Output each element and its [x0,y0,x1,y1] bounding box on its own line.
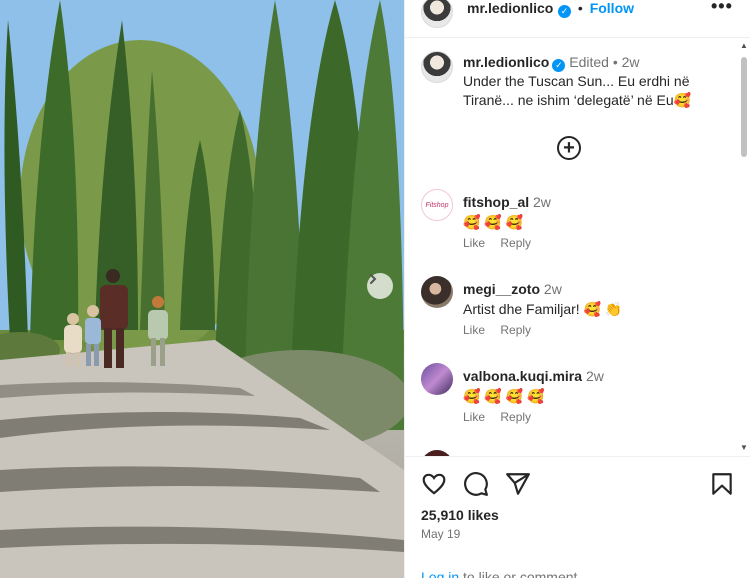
comment-item: valbona.kuqi.mira 2w 🥰 🥰 🥰 🥰 Like Reply [421,363,721,443]
author-username[interactable]: mr.ledionlico [467,0,553,16]
avatar-logo-text: Fitshop [425,201,449,209]
author-avatar[interactable] [421,0,453,28]
comments-list[interactable]: mr.ledionlico ✓ Edited • 2w Under the Tus… [405,39,750,456]
like-icon[interactable] [421,471,447,497]
like-comment-button[interactable]: Like [463,236,485,250]
comment-time: 2w [533,194,551,210]
scroll-up-icon[interactable]: ▲ [740,41,748,50]
reply-button[interactable]: Reply [500,410,531,424]
follow-button[interactable]: Follow [590,0,634,16]
chevron-right-icon [370,274,377,284]
scrollbar-thumb[interactable] [741,57,747,157]
commenter-avatar[interactable] [421,363,453,395]
verified-icon: ✓ [552,59,566,72]
add-comments-icon[interactable]: + [557,136,581,160]
comment-icon[interactable] [463,471,489,497]
login-prompt-text: to like or comment. [459,569,582,578]
caption-meta: Edited • 2w [569,54,640,70]
comment-body: valbona.kuqi.mira 2w 🥰 🥰 🥰 🥰 [463,366,723,406]
post-photo [0,0,404,578]
post-panel: mr.ledionlico ✓ • Follow ••• mr.ledionli… [404,0,750,578]
verified-icon: ✓ [558,5,571,18]
likes-count[interactable]: 25,910 likes [421,507,499,523]
save-icon[interactable] [709,471,735,497]
reply-button[interactable]: Reply [500,323,531,337]
like-comment-button[interactable]: Like [463,410,485,424]
reply-button[interactable]: Reply [500,236,531,250]
comment-text: 🥰 🥰 🥰 [463,214,524,230]
commenter-username[interactable]: valbona.kuqi.mira [463,368,582,384]
caption-body: mr.ledionlico ✓ Edited • 2w Under the Tus… [463,53,733,110]
caption-avatar[interactable] [421,51,453,83]
comment-time: 2w [543,281,562,297]
comment-text: 🥰 🥰 🥰 🥰 [463,388,545,404]
photo-illustration [0,0,404,578]
caption-username[interactable]: mr.ledionlico [463,54,549,70]
like-comment-button[interactable]: Like [463,323,485,337]
comment-body: fitshop_al 2w 🥰 🥰 🥰 [463,192,723,232]
commenter-username[interactable]: fitshop_al [463,194,529,210]
comment-item: Fitshop fitshop_al 2w 🥰 🥰 🥰 Like Reply [421,189,721,269]
commenter-avatar[interactable] [421,276,453,308]
commenter-username[interactable]: megi__zoto [463,281,540,297]
caption-text: Under the Tuscan Sun... Eu erdhi në Tira… [463,73,692,108]
comment-actions: Like Reply [463,410,543,424]
post-date[interactable]: May 19 [421,527,460,541]
comment-body: megi__zoto 2w Artist dhe Familjar! 🥰 👏 [463,279,723,319]
comment-actions: Like Reply [463,323,543,337]
header-follow-wrap: ✓ • Follow [555,0,634,18]
comment-actions: Like Reply [463,236,543,250]
scroll-down-icon[interactable]: ▼ [740,443,748,452]
comment-time: 2w [585,368,604,384]
comment-text: Artist dhe Familjar! 🥰 👏 [463,301,623,317]
next-slide-button[interactable] [367,273,393,299]
comments-scrollbar[interactable]: ▲ ▼ [738,39,750,456]
commenter-avatar[interactable]: Fitshop [421,189,453,221]
header-separator: • [577,0,583,16]
share-icon[interactable] [505,471,531,497]
login-prompt: Log in to like or comment. [421,569,581,578]
post-header: mr.ledionlico ✓ • Follow ••• [405,0,750,38]
post-actions-bar: 25,910 likes May 19 Log in to like or co… [405,456,750,578]
comment-item: megi__zoto 2w Artist dhe Familjar! 🥰 👏 L… [421,276,721,356]
login-link[interactable]: Log in [421,569,459,578]
more-options-icon[interactable]: ••• [711,0,733,17]
